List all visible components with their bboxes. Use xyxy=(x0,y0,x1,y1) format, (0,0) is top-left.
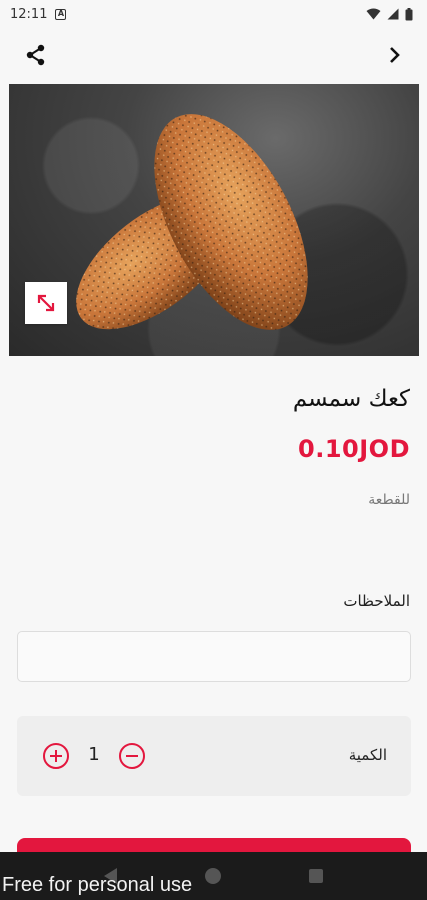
product-price: 0.10JOD xyxy=(298,435,410,463)
expand-diagonal-icon xyxy=(37,294,55,312)
wifi-icon xyxy=(366,8,381,20)
nav-recent-apps-icon[interactable] xyxy=(309,869,323,883)
battery-icon xyxy=(405,7,413,20)
plus-circle-icon xyxy=(43,743,69,769)
quantity-increase-button[interactable] xyxy=(42,742,70,770)
status-time: 12:11 xyxy=(10,6,48,22)
top-app-bar xyxy=(0,28,427,82)
watermark-text: Free for personal use xyxy=(2,874,193,896)
quantity-value: 1 xyxy=(88,744,100,765)
quantity-decrease-button[interactable] xyxy=(118,742,146,770)
bread-illustration xyxy=(76,114,308,330)
cell-signal-icon xyxy=(387,8,399,20)
nav-home-icon[interactable] xyxy=(205,868,221,884)
minus-circle-icon xyxy=(119,743,145,769)
quantity-panel: الكمية 1 xyxy=(17,716,411,796)
image-expand-button[interactable] xyxy=(25,282,67,324)
notes-input[interactable] xyxy=(17,631,411,682)
share-button[interactable] xyxy=(22,41,50,69)
product-name: كعك سمسم xyxy=(292,386,410,412)
quantity-label: الكمية xyxy=(348,746,387,764)
status-bar: 12:11 A xyxy=(0,0,427,28)
chevron-right-icon xyxy=(390,47,400,63)
a-notification-icon: A xyxy=(55,8,67,20)
product-image xyxy=(9,84,419,356)
unit-label: للقطعة xyxy=(368,492,410,508)
notes-label: الملاحظات xyxy=(343,592,410,610)
share-icon xyxy=(26,44,45,66)
forward-button[interactable] xyxy=(381,41,409,69)
